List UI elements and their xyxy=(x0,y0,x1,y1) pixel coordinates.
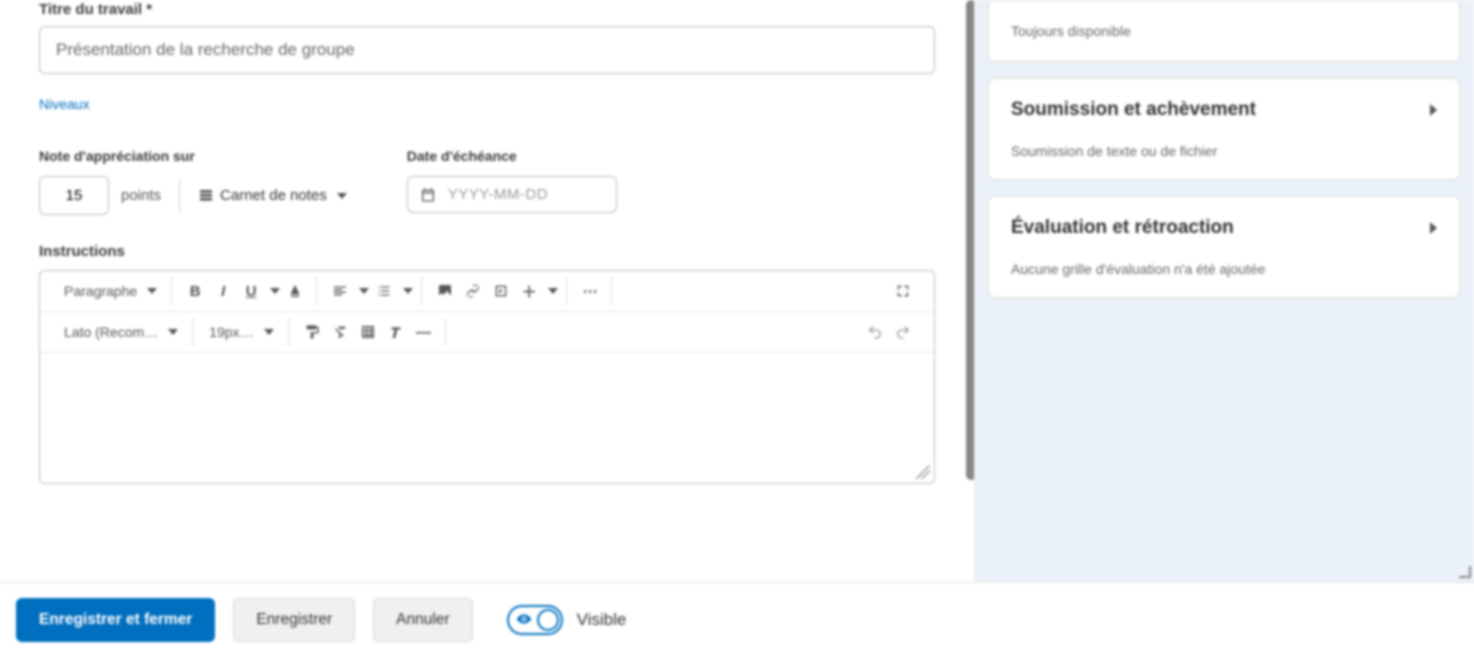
chevron-down-icon xyxy=(359,288,369,294)
font-family-dropdown[interactable]: Lato (Recom… xyxy=(58,324,184,340)
insert-image-icon[interactable] xyxy=(432,278,458,304)
gradebook-label: Carnet de notes xyxy=(220,187,327,204)
main-column: Titre du travail * Niveaux Note d'appréc… xyxy=(0,0,974,582)
chevron-down-icon xyxy=(168,329,178,335)
chevron-down-icon xyxy=(337,193,347,199)
eye-icon xyxy=(516,611,532,630)
availability-text: Toujours disponible xyxy=(1011,23,1131,39)
instructions-label: Instructions xyxy=(39,243,935,260)
chevron-right-icon xyxy=(1430,104,1437,116)
font-size-dropdown[interactable]: 19px… xyxy=(203,324,279,340)
fullscreen-icon[interactable] xyxy=(890,278,916,304)
extra-group: ⋯ xyxy=(569,277,612,305)
due-date-placeholder: YYYY-MM-DD xyxy=(448,186,548,203)
assignment-editor-page: Titre du travail * Niveaux Note d'appréc… xyxy=(0,0,1474,653)
editor-body[interactable] xyxy=(40,353,934,483)
content-area: Titre du travail * Niveaux Note d'appréc… xyxy=(0,0,1474,583)
evaluation-panel: Évaluation et rétroaction Aucune grille … xyxy=(988,196,1460,298)
equation-icon[interactable] xyxy=(383,319,409,345)
undo-icon[interactable] xyxy=(862,319,888,345)
format-group: ― xyxy=(291,318,446,346)
levels-link[interactable]: Niveaux xyxy=(39,96,90,112)
submission-panel-header[interactable]: Soumission et achèvement xyxy=(1011,99,1437,121)
insert-group: ＋ xyxy=(424,277,567,305)
text-color-icon[interactable] xyxy=(282,278,308,304)
para-group: Paragraphe xyxy=(50,277,172,305)
undo-redo-group xyxy=(854,318,924,346)
visibility-control: Visible xyxy=(507,605,627,635)
align-left-icon[interactable] xyxy=(327,278,353,304)
due-date-label: Date d'échéance xyxy=(407,148,617,164)
calendar-icon xyxy=(420,187,436,203)
font-family-label: Lato (Recom… xyxy=(64,324,158,340)
chevron-down-icon xyxy=(147,288,157,294)
submission-panel-title: Soumission et achèvement xyxy=(1011,99,1256,121)
font-family-group: Lato (Recom… xyxy=(50,318,193,346)
paragraph-style-label: Paragraphe xyxy=(64,283,137,299)
save-and-close-button[interactable]: Enregistrer et fermer xyxy=(16,598,215,642)
cancel-button[interactable]: Annuler xyxy=(373,598,472,642)
scrollbar[interactable] xyxy=(966,0,974,480)
visibility-toggle[interactable] xyxy=(507,605,563,635)
toggle-knob xyxy=(537,609,559,631)
bold-button[interactable]: B xyxy=(182,278,208,304)
chevron-down-icon xyxy=(403,288,413,294)
chevron-down-icon xyxy=(264,329,274,335)
gradebook-dropdown[interactable]: Carnet de notes xyxy=(198,187,347,204)
hr-icon[interactable]: ― xyxy=(411,319,437,345)
underline-button[interactable]: U xyxy=(238,278,264,304)
more-icon[interactable]: ⋯ xyxy=(577,278,603,304)
main-form: Titre du travail * Niveaux Note d'appréc… xyxy=(8,0,966,582)
instructions-block: Instructions Paragraphe B xyxy=(39,243,935,484)
insert-link-icon[interactable] xyxy=(460,278,486,304)
font-size-group: 19px… xyxy=(195,318,288,346)
gradebook-icon xyxy=(198,188,214,204)
grade-block: Note d'appréciation sur points Carnet de… xyxy=(39,148,347,215)
grade-line: points Carnet de notes xyxy=(39,176,347,215)
availability-summary[interactable]: Toujours disponible xyxy=(988,0,1460,62)
submission-panel-summary: Soumission de texte ou de fichier xyxy=(1011,143,1437,159)
chevron-down-icon xyxy=(270,288,280,294)
paragraph-style-dropdown[interactable]: Paragraphe xyxy=(58,283,163,299)
list-icon[interactable] xyxy=(371,278,397,304)
align-list-group xyxy=(319,277,422,305)
chevron-right-icon xyxy=(1430,222,1437,234)
visibility-label: Visible xyxy=(577,610,627,630)
fullscreen-group xyxy=(882,277,924,305)
clear-format-icon[interactable] xyxy=(327,319,353,345)
divider xyxy=(179,180,180,212)
editor-toolbar-row-2: Lato (Recom… 19px… xyxy=(40,312,934,353)
resize-handle-icon[interactable] xyxy=(916,465,930,479)
assignment-title-input[interactable] xyxy=(39,26,935,74)
grade-label: Note d'appréciation sur xyxy=(39,148,347,164)
evaluation-panel-title: Évaluation et rétroaction xyxy=(1011,217,1234,239)
table-icon[interactable] xyxy=(355,319,381,345)
due-date-block: Date d'échéance YYYY-MM-DD xyxy=(407,148,617,215)
redo-icon[interactable] xyxy=(890,319,916,345)
settings-sidebar: Toujours disponible Soumission et achève… xyxy=(974,0,1474,582)
italic-button[interactable]: I xyxy=(210,278,236,304)
insert-media-icon[interactable] xyxy=(488,278,514,304)
font-size-label: 19px… xyxy=(209,324,253,340)
evaluation-panel-summary: Aucune grille d'évaluation n'a été ajout… xyxy=(1011,261,1437,277)
title-label: Titre du travail * xyxy=(39,1,935,18)
save-button[interactable]: Enregistrer xyxy=(233,598,355,642)
footer-bar: Enregistrer et fermer Enregistrer Annule… xyxy=(0,583,1474,653)
rich-text-editor: Paragraphe B I U xyxy=(39,270,935,484)
text-style-group: B I U xyxy=(174,277,317,305)
insert-other-icon[interactable]: ＋ xyxy=(516,278,542,304)
paint-icon[interactable] xyxy=(299,319,325,345)
grade-due-row: Note d'appréciation sur points Carnet de… xyxy=(39,148,935,215)
due-date-input[interactable]: YYYY-MM-DD xyxy=(407,176,617,213)
submission-panel: Soumission et achèvement Soumission de t… xyxy=(988,78,1460,180)
chevron-down-icon xyxy=(548,288,558,294)
evaluation-panel-header[interactable]: Évaluation et rétroaction xyxy=(1011,217,1437,239)
editor-toolbar-row-1: Paragraphe B I U xyxy=(40,271,934,312)
points-text: points xyxy=(121,187,161,204)
grade-points-input[interactable] xyxy=(39,176,109,215)
